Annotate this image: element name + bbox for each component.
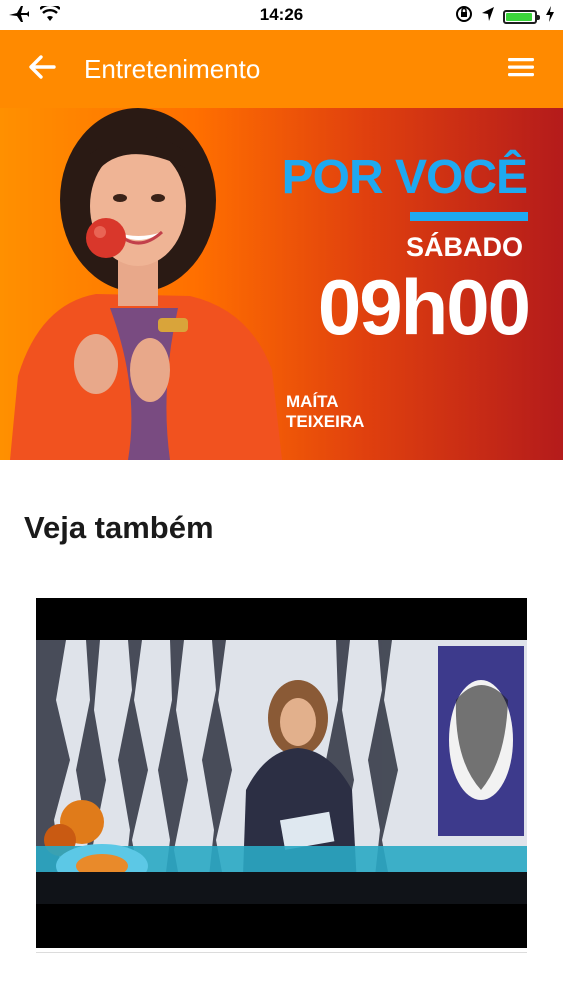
host-photo [10, 108, 282, 460]
status-right [455, 5, 555, 28]
status-bar: 14:26 [0, 0, 563, 30]
orientation-lock-icon [455, 5, 473, 28]
section-title: Veja também [24, 510, 214, 545]
promo-banner[interactable]: POR VOCÊ SÁBADO 09h00 MAÍTA TEIXEIRA [0, 108, 563, 460]
video-frame [36, 640, 527, 904]
back-button[interactable] [22, 49, 62, 89]
card-divider [36, 952, 527, 953]
host-last-name: TEIXEIRA [286, 412, 365, 431]
menu-button[interactable] [501, 49, 541, 89]
banner-day: SÁBADO [405, 232, 523, 262]
banner-show-title: POR VOCÊ [281, 151, 528, 204]
banner-time: 09h00 [317, 263, 531, 351]
page-title: Entretenimento [84, 54, 261, 84]
host-first-name: MAÍTA [286, 392, 339, 411]
app-bar: Entretenimento [0, 30, 563, 108]
battery-icon [503, 9, 540, 24]
banner-divider [410, 212, 528, 221]
banner-host-name: MAÍTA TEIXEIRA [286, 392, 364, 432]
arrow-left-icon [28, 54, 56, 85]
location-arrow-icon [481, 6, 495, 27]
hamburger-menu-icon [507, 56, 535, 83]
video-thumbnail[interactable] [36, 598, 527, 948]
charging-icon [545, 6, 555, 27]
